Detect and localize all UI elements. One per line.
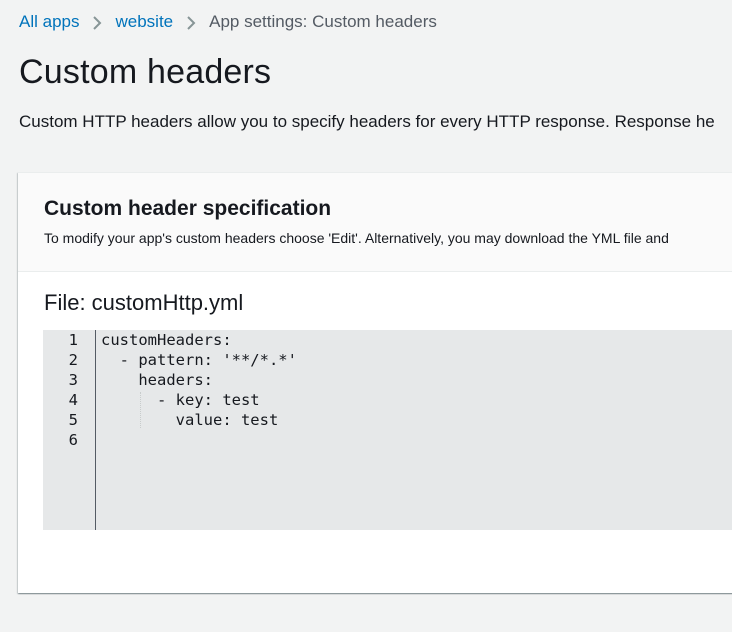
line-number: 3 [68,371,78,389]
card-header: Custom header specification To modify yo… [18,173,732,272]
card-title: Custom header specification [44,197,332,220]
page-description: Custom HTTP headers allow you to specify… [19,112,715,131]
code-line: - pattern: '**/*.*' [101,351,297,369]
code-line: value: test [101,411,279,429]
breadcrumb-all-apps[interactable]: All apps [19,12,79,32]
page: All apps website App settings: Custom he… [0,0,732,632]
line-number: 6 [68,431,78,449]
line-number: 4 [68,391,78,409]
file-label: File: customHttp.yml [44,290,244,315]
code-line: - key: test [101,391,260,409]
line-number: 2 [68,351,78,369]
card-subtitle: To modify your app's custom headers choo… [44,230,669,246]
line-number-gutter: 1 2 3 4 5 6 [43,330,96,530]
breadcrumb: All apps website App settings: Custom he… [19,11,437,33]
line-number: 1 [68,331,78,349]
code-line: headers: [101,371,213,389]
breadcrumb-website[interactable]: website [115,12,173,32]
code-editor[interactable]: 1 2 3 4 5 6 customHeaders: - pattern: '*… [43,330,732,530]
page-title: Custom headers [19,53,272,91]
line-number: 5 [68,411,78,429]
chevron-right-icon [79,12,115,33]
code-line: customHeaders: [101,331,232,349]
custom-header-specification-card: Custom header specification To modify yo… [18,172,732,593]
breadcrumb-current: App settings: Custom headers [209,12,437,31]
chevron-right-icon [173,12,209,33]
